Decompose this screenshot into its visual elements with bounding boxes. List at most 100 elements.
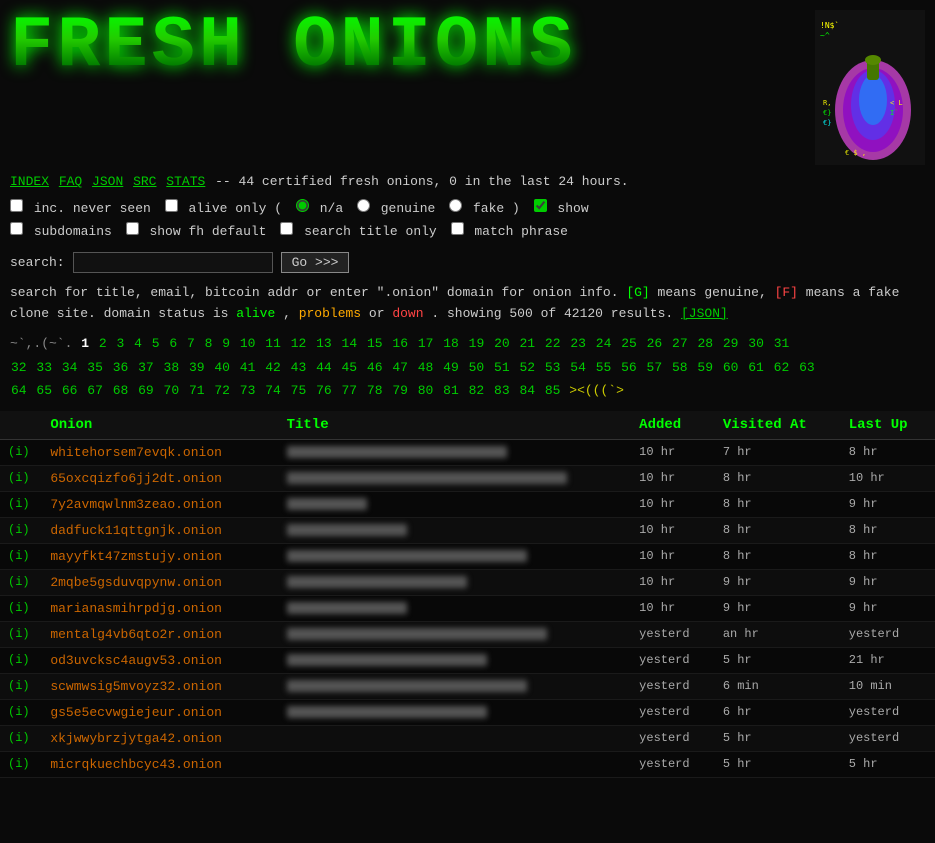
genuine-badge: [G] xyxy=(626,285,649,300)
onion-address[interactable]: 65oxcqizfo6jj2dt.onion xyxy=(42,465,278,491)
table-row: (i)od3uvcksc4augv53.onionyesterd5 hr21 h… xyxy=(0,647,935,673)
svg-text:~^: ~^ xyxy=(820,31,830,40)
visited-time: 8 hr xyxy=(715,543,841,569)
fake-radio-option[interactable]: fake ) xyxy=(449,201,527,216)
onion-address[interactable]: scwmwsig5mvoyz32.onion xyxy=(42,673,278,699)
info-link[interactable]: (i) xyxy=(0,621,42,647)
page-2[interactable]: 2 xyxy=(99,336,107,351)
show-fh-label: show fh default xyxy=(149,224,266,239)
added-time: 10 hr xyxy=(631,491,715,517)
match-phrase-checkbox[interactable] xyxy=(451,222,464,235)
added-time: yesterd xyxy=(631,673,715,699)
info-link[interactable]: (i) xyxy=(0,465,42,491)
onion-address[interactable]: 7y2avmqwlnm3zeao.onion xyxy=(42,491,278,517)
logo-area: FRESH ONIONS xyxy=(10,10,805,82)
info-link[interactable]: (i) xyxy=(0,517,42,543)
added-time: 10 hr xyxy=(631,439,715,465)
inc-never-seen-option[interactable]: inc. never seen xyxy=(10,201,159,216)
onion-address[interactable]: micrqkuechbcyc43.onion xyxy=(42,751,278,777)
onion-title xyxy=(279,699,632,725)
problems-status: problems xyxy=(299,306,361,321)
onion-address[interactable]: dadfuck11qttgnjk.onion xyxy=(42,517,278,543)
onion-address[interactable]: mayyfkt47zmstujy.onion xyxy=(42,543,278,569)
visited-time: 5 hr xyxy=(715,725,841,751)
info-link[interactable]: (i) xyxy=(0,491,42,517)
match-phrase-label: match phrase xyxy=(474,224,568,239)
json-link[interactable]: [JSON] xyxy=(681,306,728,321)
fake-radio[interactable] xyxy=(449,199,462,212)
options-panel: inc. never seen alive only ( n/a genuine… xyxy=(0,195,935,246)
info-line1: search for title, email, bitcoin addr or… xyxy=(10,285,626,300)
info-link[interactable]: (i) xyxy=(0,595,42,621)
lastup-time: 9 hr xyxy=(841,595,935,621)
info-link[interactable]: (i) xyxy=(0,543,42,569)
col-header-lastup: Last Up xyxy=(841,411,935,440)
table-header-row: Onion Title Added Visited At Last Up xyxy=(0,411,935,440)
or-text: or xyxy=(369,306,392,321)
search-input[interactable] xyxy=(73,252,273,273)
show-fh-checkbox[interactable] xyxy=(126,222,139,235)
info-link[interactable]: (i) xyxy=(0,439,42,465)
genuine-radio[interactable] xyxy=(357,199,370,212)
onion-title xyxy=(279,491,632,517)
nav-index[interactable]: INDEX xyxy=(10,174,49,189)
info-link[interactable]: (i) xyxy=(0,699,42,725)
onion-address[interactable]: od3uvcksc4augv53.onion xyxy=(42,647,278,673)
col-header-visited: Visited At xyxy=(715,411,841,440)
alive-only-checkbox[interactable] xyxy=(165,199,178,212)
search-button[interactable]: Go >>> xyxy=(281,252,350,273)
table-row: (i)scwmwsig5mvoyz32.onionyesterd6 min10 … xyxy=(0,673,935,699)
subdomains-checkbox[interactable] xyxy=(10,222,23,235)
show-checkbox[interactable] xyxy=(534,199,547,212)
onion-address[interactable]: marianasmihrpdjg.onion xyxy=(42,595,278,621)
onion-logo-image: !N$` ~^ R, €} €} < L I` € $ , xyxy=(815,10,925,165)
visited-time: 9 hr xyxy=(715,569,841,595)
onion-address[interactable]: mentalg4vb6qto2r.onion xyxy=(42,621,278,647)
current-page[interactable]: 1 xyxy=(81,336,89,351)
svg-text:€}: €} xyxy=(823,119,831,127)
col-header-onion: Onion xyxy=(42,411,278,440)
comma1: , xyxy=(283,306,299,321)
info-link[interactable]: (i) xyxy=(0,647,42,673)
table-row: (i)dadfuck11qttgnjk.onion10 hr8 hr8 hr xyxy=(0,517,935,543)
alive-only-option[interactable]: alive only ( xyxy=(165,201,290,216)
lastup-time: 10 hr xyxy=(841,465,935,491)
info-link[interactable]: (i) xyxy=(0,569,42,595)
show-fh-option[interactable]: show fh default xyxy=(126,224,275,239)
period: . showing 500 of 42120 results. xyxy=(431,306,681,321)
nav-src[interactable]: SRC xyxy=(133,174,156,189)
alive-status: alive xyxy=(236,306,275,321)
na-radio[interactable] xyxy=(296,199,309,212)
added-time: yesterd xyxy=(631,699,715,725)
onion-address[interactable]: whitehorsem7evqk.onion xyxy=(42,439,278,465)
onion-title xyxy=(279,725,632,751)
search-title-checkbox[interactable] xyxy=(280,222,293,235)
search-title-option[interactable]: search title only xyxy=(280,224,444,239)
inc-never-seen-checkbox[interactable] xyxy=(10,199,23,212)
table-row: (i)gs5e5ecvwgiejeur.onionyesterd6 hryest… xyxy=(0,699,935,725)
onion-title xyxy=(279,517,632,543)
visited-time: an hr xyxy=(715,621,841,647)
nav-bar: INDEX FAQ JSON SRC STATS -- 44 certified… xyxy=(0,170,935,195)
onion-address[interactable]: 2mqbe5gsduvqpynw.onion xyxy=(42,569,278,595)
info-link[interactable]: (i) xyxy=(0,725,42,751)
show-option[interactable]: show xyxy=(534,201,589,216)
nav-faq[interactable]: FAQ xyxy=(59,174,82,189)
info-link[interactable]: (i) xyxy=(0,673,42,699)
onion-title xyxy=(279,621,632,647)
nav-stats[interactable]: STATS xyxy=(166,174,205,189)
na-radio-option[interactable]: n/a xyxy=(296,201,351,216)
svg-text:!N$`: !N$` xyxy=(820,20,839,30)
nav-json[interactable]: JSON xyxy=(92,174,123,189)
lastup-time: 8 hr xyxy=(841,439,935,465)
info-link[interactable]: (i) xyxy=(0,751,42,777)
onion-address[interactable]: gs5e5ecvwgiejeur.onion xyxy=(42,699,278,725)
show-label: show xyxy=(557,201,588,216)
added-time: yesterd xyxy=(631,751,715,777)
search-label: search: xyxy=(10,255,65,270)
visited-time: 8 hr xyxy=(715,465,841,491)
onion-address[interactable]: xkjwwybrzjytga42.onion xyxy=(42,725,278,751)
match-phrase-option[interactable]: match phrase xyxy=(451,224,568,239)
subdomains-option[interactable]: subdomains xyxy=(10,224,120,239)
genuine-radio-option[interactable]: genuine xyxy=(357,201,443,216)
